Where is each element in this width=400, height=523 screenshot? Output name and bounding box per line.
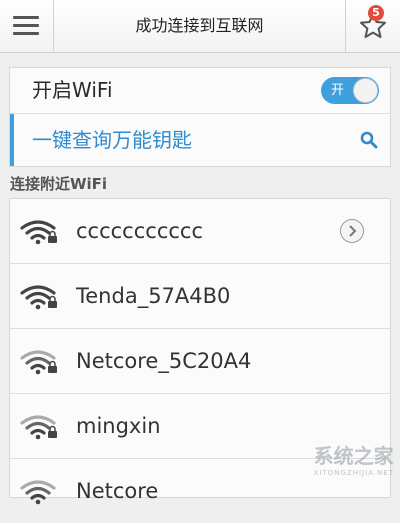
settings-card: 开启WiFi 开 一键查询万能钥匙 — [9, 67, 391, 167]
network-item[interactable]: Netcore_5C20A4 — [10, 329, 390, 394]
search-icon — [360, 131, 378, 149]
chevron-right-icon — [349, 225, 357, 237]
network-ssid: mingxin — [76, 414, 161, 438]
network-ssid: Netcore_5C20A4 — [76, 349, 252, 373]
network-item[interactable]: Tenda_57A4B0 — [10, 264, 390, 329]
wifi-lock-icon — [20, 350, 57, 375]
watermark: 系统之家 XITONGZHIJIA.NET — [314, 440, 394, 477]
nearby-wifi-header: 连接附近WiFi — [10, 175, 108, 193]
network-item[interactable]: ccccccccccc — [10, 199, 390, 264]
network-ssid: ccccccccccc — [76, 219, 204, 243]
wifi-toggle-switch[interactable]: 开 — [321, 77, 379, 104]
wifi-lock-icon — [20, 415, 57, 440]
top-bar: 成功连接到互联网 5 — [0, 0, 400, 53]
network-ssid: Tenda_57A4B0 — [76, 284, 231, 308]
wifi-toggle-row: 开启WiFi 开 — [10, 68, 390, 114]
wifi-toggle-label: 开启WiFi — [32, 78, 113, 102]
wifi-lock-icon — [20, 285, 57, 310]
key-lookup-label: 一键查询万能钥匙 — [32, 128, 192, 152]
network-ssid: Netcore — [76, 479, 159, 503]
hamburger-menu-icon — [13, 16, 39, 36]
watermark-text: 系统之家 — [313, 444, 394, 468]
notification-badge: 5 — [368, 5, 384, 21]
network-detail-button[interactable] — [340, 219, 364, 243]
toggle-knob — [353, 78, 378, 103]
menu-button[interactable] — [0, 0, 52, 52]
page-title: 成功连接到互联网 — [135, 16, 264, 35]
wifi-lock-icon — [20, 220, 57, 245]
key-lookup-row[interactable]: 一键查询万能钥匙 — [10, 114, 390, 166]
favorites-button[interactable]: 5 — [346, 0, 400, 52]
wifi-lock-icon — [20, 480, 56, 505]
toggle-on-text: 开 — [331, 83, 345, 98]
watermark-subtext: XITONGZHIJIA.NET — [313, 469, 394, 477]
